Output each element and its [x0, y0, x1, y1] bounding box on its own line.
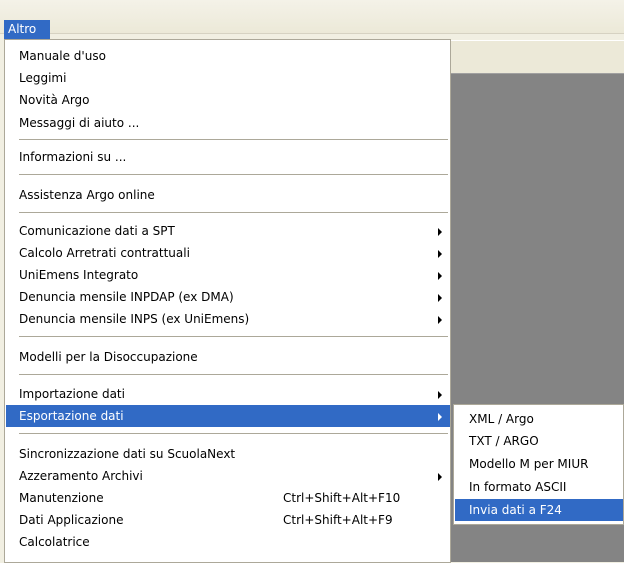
submenu-arrow-icon: [438, 316, 442, 324]
submenu-arrow-icon: [438, 294, 442, 302]
menu-item-label: Calcolatrice: [19, 535, 90, 549]
menu-item-label: Denuncia mensile INPS (ex UniEmens): [19, 312, 250, 326]
menu-item-label: Sincronizzazione dati su ScuolaNext: [19, 447, 236, 461]
background-window-toolbar: [450, 40, 624, 74]
menu-item-manutenzione[interactable]: Manutenzione Ctrl+Shift+Alt+F10: [19, 487, 450, 509]
submenu-item-xml-argo[interactable]: XML / Argo: [455, 408, 623, 430]
menu-item-modelli-disoccupazione[interactable]: Modelli per la Disoccupazione: [19, 346, 450, 368]
menu-item-esportazione-dati[interactable]: Esportazione dati: [6, 405, 450, 427]
submenu-arrow-icon: [438, 272, 442, 280]
submenu-item-formato-ascii[interactable]: In formato ASCII: [455, 476, 623, 498]
shortcut-label: Ctrl+Shift+Alt+F10: [283, 491, 401, 505]
menu-separator: [19, 433, 448, 434]
menu-item-azzeramento-archivi[interactable]: Azzeramento Archivi: [19, 465, 450, 487]
menu-separator: [19, 336, 448, 337]
submenu-arrow-icon: [438, 228, 442, 236]
submenu-item-modello-m-miur[interactable]: Modello M per MIUR: [455, 453, 623, 475]
menu-item-uniemens-integrato[interactable]: UniEmens Integrato: [19, 264, 450, 286]
submenu-arrow-icon: [438, 250, 442, 258]
menu-separator: [19, 174, 448, 175]
menu-item-label: UniEmens Integrato: [19, 268, 139, 282]
menu-item-label: Comunicazione dati a SPT: [19, 224, 175, 238]
menu-item-label: Azzeramento Archivi: [19, 469, 143, 483]
submenu-arrow-icon: [438, 413, 442, 421]
menu-separator: [19, 374, 448, 375]
menu-item-informazioni[interactable]: Informazioni su ...: [19, 146, 450, 168]
menu-item-sincronizzazione-scuolanext[interactable]: Sincronizzazione dati su ScuolaNext: [19, 443, 450, 465]
menu-separator: [19, 212, 448, 213]
menu-item-label: Leggimi: [19, 71, 67, 85]
submenu-arrow-icon: [438, 473, 442, 481]
menu-separator: [19, 139, 448, 140]
menu-item-importazione-dati[interactable]: Importazione dati: [19, 383, 450, 405]
menu-item-comunicazione-spt[interactable]: Comunicazione dati a SPT: [19, 220, 450, 242]
menu-item-label: Esportazione dati: [19, 409, 124, 423]
menu-item-label: Modelli per la Disoccupazione: [19, 350, 198, 364]
menu-item-calcolo-arretrati[interactable]: Calcolo Arretrati contrattuali: [19, 242, 450, 264]
menu-item-label: Assistenza Argo online: [19, 188, 155, 202]
menu-item-label: Messaggi di aiuto ...: [19, 116, 140, 130]
menu-bar: Altro: [0, 0, 624, 39]
altro-dropdown-menu: Manuale d'uso Leggimi Novità Argo Messag…: [4, 39, 451, 563]
submenu-arrow-icon: [438, 391, 442, 399]
menu-item-denuncia-inps[interactable]: Denuncia mensile INPS (ex UniEmens): [19, 308, 450, 330]
menu-item-novita-argo[interactable]: Novità Argo: [19, 89, 450, 111]
menu-item-dati-applicazione[interactable]: Dati Applicazione Ctrl+Shift+Alt+F9: [19, 509, 450, 531]
menu-item-label: Dati Applicazione: [19, 513, 124, 527]
menu-item-calcolatrice[interactable]: Calcolatrice: [19, 531, 450, 553]
menu-item-messaggi-aiuto[interactable]: Messaggi di aiuto ...: [19, 112, 450, 134]
menu-item-label: Calcolo Arretrati contrattuali: [19, 246, 190, 260]
menu-item-label: Manuale d'uso: [19, 49, 106, 63]
submenu-item-invia-f24[interactable]: Invia dati a F24: [455, 499, 623, 521]
submenu-item-txt-argo[interactable]: TXT / ARGO: [455, 430, 623, 452]
menu-item-leggimi[interactable]: Leggimi: [19, 67, 450, 89]
menu-item-label: Informazioni su ...: [19, 150, 127, 164]
menu-item-denuncia-inpdap[interactable]: Denuncia mensile INPDAP (ex DMA): [19, 286, 450, 308]
menu-altro[interactable]: Altro: [4, 20, 50, 39]
menu-item-manuale-uso[interactable]: Manuale d'uso: [19, 45, 450, 67]
menu-item-label: Manutenzione: [19, 491, 104, 505]
esportazione-submenu: XML / Argo TXT / ARGO Modello M per MIUR…: [453, 404, 624, 525]
menu-item-assistenza-online[interactable]: Assistenza Argo online: [19, 184, 450, 206]
menu-item-label: Novità Argo: [19, 93, 90, 107]
shortcut-label: Ctrl+Shift+Alt+F9: [283, 513, 393, 527]
menu-item-label: Denuncia mensile INPDAP (ex DMA): [19, 290, 234, 304]
menu-item-label: Importazione dati: [19, 387, 125, 401]
